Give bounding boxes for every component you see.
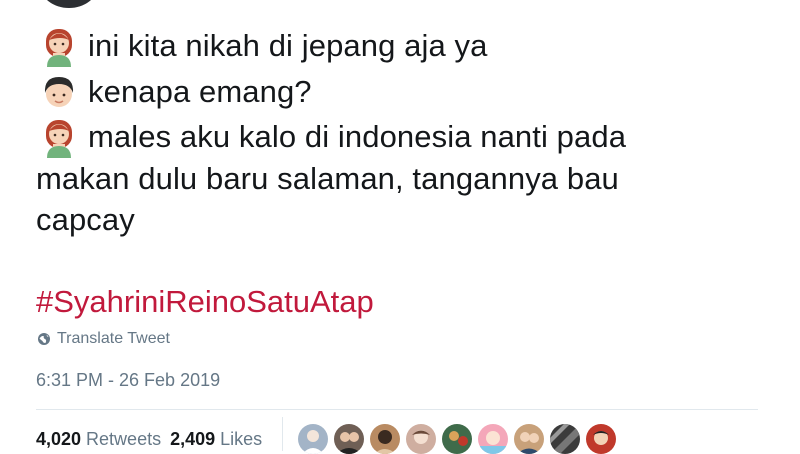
tweet-line-text: males aku kalo di indonesia nanti pada: [88, 119, 627, 154]
divider: [36, 409, 758, 410]
liker-avatar-2[interactable]: [334, 424, 364, 454]
tweet-line-text: ini kita nikah di jepang aja ya: [88, 28, 488, 63]
stats-divider: [282, 417, 283, 451]
liker-avatar-5[interactable]: [442, 424, 472, 454]
retweets-stat[interactable]: 4,020 Retweets: [36, 429, 161, 450]
woman-emoji-icon: [36, 27, 82, 67]
liker-avatar-4[interactable]: [406, 424, 436, 454]
tweet-stats: 4,020 Retweets 2,409 Likes: [36, 425, 262, 453]
likes-label: Likes: [220, 428, 263, 449]
hashtag-link[interactable]: #SyahriniReinoSatuAtap: [36, 282, 374, 322]
man-emoji-icon: [36, 73, 82, 113]
woman-emoji-icon: [36, 118, 82, 158]
translate-tweet-button[interactable]: Translate Tweet: [37, 330, 170, 348]
tweet-line-text: capcay: [36, 202, 135, 237]
likes-count: 2,409: [170, 428, 216, 449]
retweets-count: 4,020: [36, 428, 82, 449]
liker-avatar-7[interactable]: [514, 424, 544, 454]
author-avatar[interactable]: [40, 0, 98, 8]
liker-avatar-6[interactable]: [478, 424, 508, 454]
tweet-line-5: capcay: [36, 200, 135, 240]
translate-tweet-label: Translate Tweet: [57, 330, 170, 347]
tweet-line-4: makan dulu baru salaman, tangannya bau: [36, 159, 619, 199]
liker-avatars: [298, 424, 616, 454]
liker-avatar-3[interactable]: [370, 424, 400, 454]
globe-icon: [37, 332, 51, 346]
liker-avatar-9[interactable]: [586, 424, 616, 454]
liker-avatar-1[interactable]: [298, 424, 328, 454]
retweets-label: Retweets: [86, 428, 162, 449]
likes-stat[interactable]: 2,409 Likes: [170, 429, 262, 450]
liker-avatar-8[interactable]: [550, 424, 580, 454]
tweet-line-text: kenapa emang?: [88, 74, 312, 109]
tweet-line-text: makan dulu baru salaman, tangannya bau: [36, 161, 619, 196]
tweet-timestamp[interactable]: 6:31 PM - 26 Feb 2019: [36, 370, 220, 391]
